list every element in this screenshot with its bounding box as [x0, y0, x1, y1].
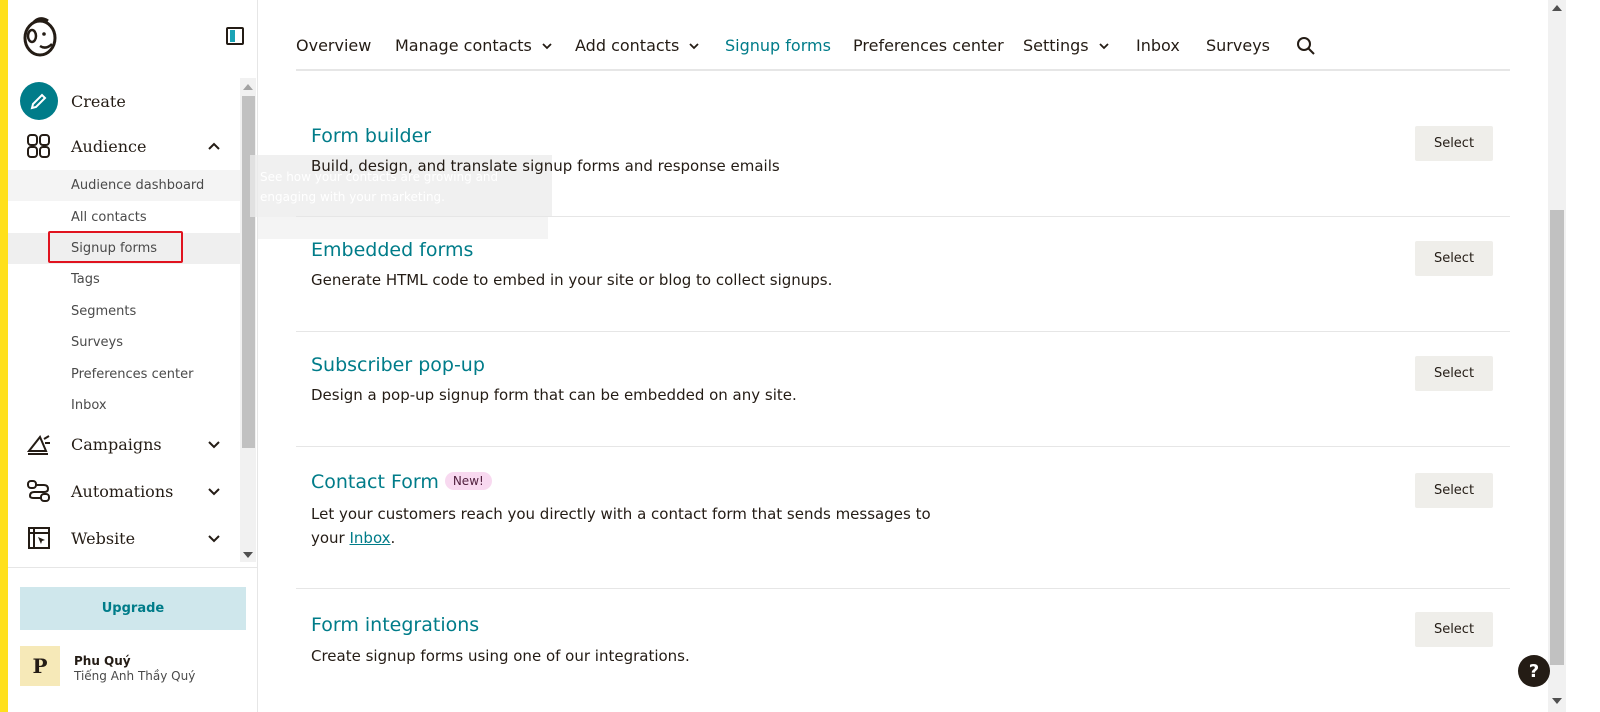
scroll-down-arrow-icon[interactable]	[243, 552, 253, 558]
tab-overview[interactable]: Overview	[296, 36, 371, 55]
sidebar-subitem-inbox[interactable]: Inbox	[8, 390, 240, 421]
subitem-label: Tags	[71, 272, 100, 287]
sidebar-nav: Create Audience Audience dashboard All c…	[8, 78, 258, 578]
card-description: Generate HTML code to embed in your site…	[311, 271, 833, 289]
avatar[interactable]: P	[20, 646, 60, 686]
subitem-label: Segments	[71, 304, 137, 319]
audience-icon	[20, 127, 58, 165]
tab-surveys[interactable]: Surveys	[1206, 36, 1270, 55]
create-pencil-icon	[20, 82, 58, 120]
sidebar-item-audience[interactable]: Audience	[8, 123, 240, 169]
sidebar-item-label: Create	[71, 91, 126, 111]
card-description: Create signup forms using one of our int…	[311, 647, 690, 665]
select-button[interactable]: Select	[1415, 473, 1493, 508]
search-icon[interactable]	[1296, 36, 1316, 56]
scrollbar-thumb[interactable]	[1550, 210, 1564, 665]
website-cursor-icon	[20, 519, 58, 557]
tab-manage-contacts[interactable]: Manage contacts	[395, 36, 552, 55]
select-button[interactable]: Select	[1415, 241, 1493, 276]
new-badge: New!	[444, 472, 492, 490]
app-root: Create Audience Audience dashboard All c…	[0, 0, 1600, 712]
brand-accent-bar	[0, 0, 8, 712]
subitem-label: Audience dashboard	[71, 178, 205, 193]
sidebar-item-website[interactable]: Website	[8, 515, 240, 561]
form-option-form-builder: Form builder Build, design, and translat…	[296, 100, 1510, 217]
card-title[interactable]: Form builder	[311, 125, 431, 147]
card-title[interactable]: Subscriber pop-up	[311, 354, 485, 376]
sidebar-item-label: Automations	[71, 481, 174, 501]
chevron-down-icon	[689, 42, 699, 49]
form-option-contact-form: Contact Form New! Let your customers reac…	[296, 447, 1510, 589]
subitem-label: Signup forms	[71, 241, 158, 256]
chevron-down-icon	[542, 42, 552, 49]
automations-icon	[20, 472, 58, 510]
card-title[interactable]: Contact Form New!	[311, 471, 492, 493]
sidebar-subitem-audience-dashboard[interactable]: Audience dashboard	[8, 170, 240, 201]
mailchimp-logo-icon[interactable]	[20, 16, 60, 58]
megaphone-icon	[20, 425, 58, 463]
chevron-down-icon	[208, 535, 220, 543]
card-description-line: your Inbox.	[311, 529, 396, 547]
account-name[interactable]: Phu Quý	[74, 654, 131, 668]
audience-tab-bar: Overview Manage contacts Add contacts Si…	[296, 0, 1510, 71]
select-button[interactable]: Select	[1415, 126, 1493, 161]
sidebar-scrollbar[interactable]	[240, 78, 256, 562]
sidebar-item-label: Campaigns	[71, 434, 162, 454]
help-button[interactable]: ?	[1518, 655, 1550, 687]
select-button[interactable]: Select	[1415, 612, 1493, 647]
select-button[interactable]: Select	[1415, 356, 1493, 391]
subitem-label: Surveys	[71, 335, 123, 350]
sidebar-subitem-surveys[interactable]: Surveys	[8, 327, 240, 358]
page-scrollbar[interactable]	[1548, 0, 1566, 712]
form-option-embedded-forms: Embedded forms Generate HTML code to emb…	[296, 217, 1510, 332]
form-option-form-integrations: Form integrations Create signup forms us…	[296, 589, 1510, 699]
card-description: Build, design, and translate signup form…	[311, 157, 780, 175]
sidebar-footer: Upgrade P Phu Quý Tiếng Anh Thầy Quý	[8, 567, 258, 712]
chevron-down-icon	[1098, 42, 1109, 49]
sidebar-item-create[interactable]: Create	[8, 78, 240, 124]
scroll-up-arrow-icon[interactable]	[1552, 5, 1562, 11]
sidebar-subitem-tags[interactable]: Tags	[8, 264, 240, 295]
form-option-subscriber-popup: Subscriber pop-up Design a pop-up signup…	[296, 332, 1510, 447]
tab-inbox[interactable]: Inbox	[1136, 36, 1180, 55]
collapse-sidebar-icon[interactable]	[226, 27, 244, 45]
chevron-up-icon	[208, 142, 220, 150]
scroll-down-arrow-icon[interactable]	[1552, 698, 1562, 704]
tab-signup-forms[interactable]: Signup forms	[725, 36, 831, 55]
tab-preferences-center[interactable]: Preferences center	[853, 36, 1004, 55]
sidebar: Create Audience Audience dashboard All c…	[8, 0, 258, 712]
card-description: Let your customers reach you directly wi…	[311, 502, 931, 550]
tab-add-contacts[interactable]: Add contacts	[575, 36, 699, 55]
sidebar-item-automations[interactable]: Automations	[8, 468, 240, 514]
card-title[interactable]: Embedded forms	[311, 239, 473, 261]
chevron-down-icon	[208, 441, 220, 449]
sidebar-item-label: Audience	[71, 136, 147, 156]
account-org: Tiếng Anh Thầy Quý	[74, 669, 196, 683]
card-description-line: Let your customers reach you directly wi…	[311, 505, 931, 523]
subitem-label: All contacts	[71, 210, 147, 225]
sidebar-subitem-preferences-center[interactable]: Preferences center	[8, 359, 240, 390]
sidebar-subitem-segments[interactable]: Segments	[8, 296, 240, 327]
card-title-text: Contact Form	[311, 471, 439, 493]
sidebar-item-campaigns[interactable]: Campaigns	[8, 421, 240, 467]
tab-settings[interactable]: Settings	[1023, 36, 1109, 55]
scroll-up-arrow-icon[interactable]	[243, 84, 253, 90]
inbox-link[interactable]: Inbox	[350, 529, 391, 547]
chevron-down-icon	[208, 488, 220, 496]
scrollbar-thumb[interactable]	[242, 96, 255, 448]
card-title[interactable]: Form integrations	[311, 614, 479, 636]
sidebar-item-label: Website	[71, 528, 136, 548]
subitem-label: Inbox	[71, 398, 107, 413]
upgrade-button[interactable]: Upgrade	[20, 587, 246, 630]
sidebar-subitem-signup-forms[interactable]: Signup forms	[8, 233, 240, 264]
sidebar-subitem-all-contacts[interactable]: All contacts	[8, 202, 240, 233]
card-description: Design a pop-up signup form that can be …	[311, 386, 797, 404]
subitem-label: Preferences center	[71, 367, 194, 382]
